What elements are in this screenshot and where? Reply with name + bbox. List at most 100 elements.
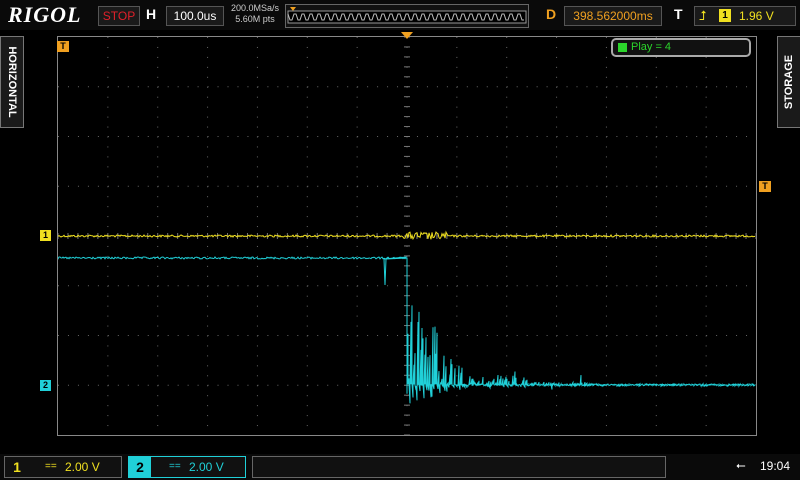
graticule-dot	[605, 146, 607, 148]
graticule-dot	[237, 185, 239, 187]
graticule-dot	[566, 86, 568, 88]
waveform-display[interactable]	[57, 36, 757, 436]
trigger-level-marker[interactable]: T	[759, 181, 771, 192]
graticule-dot	[287, 136, 289, 137]
trigger-position-marker	[401, 32, 413, 39]
graticule-dot	[147, 384, 149, 386]
graticule-dot	[337, 86, 339, 88]
graticule-dot	[157, 216, 159, 218]
graticule-dot	[247, 335, 249, 336]
graticule-dot	[207, 285, 209, 287]
ch1-offset-marker[interactable]: 1	[40, 230, 51, 241]
graticule-dot	[207, 365, 209, 367]
graticule-dot	[256, 395, 258, 397]
graticule-dot	[656, 185, 658, 187]
graticule-dot	[107, 255, 109, 257]
graticule-dot	[107, 136, 109, 137]
graticule-dot	[107, 216, 109, 218]
graticule-dot	[605, 37, 607, 38]
graticule-dot	[506, 365, 508, 367]
run-stop-status[interactable]: STOP	[98, 6, 140, 26]
graticule-dot	[416, 86, 418, 88]
ch2-settings[interactable]: 2 == 2.00 V	[128, 456, 246, 478]
graticule-dot	[605, 415, 607, 417]
graticule-dot	[655, 216, 657, 218]
graticule-dot	[676, 136, 678, 137]
graticule-dot	[356, 116, 358, 118]
graticule-dot	[256, 226, 258, 228]
graticule-dot	[58, 335, 59, 336]
graticule-dot	[67, 384, 69, 386]
graticule-dot	[107, 196, 109, 198]
graticule-dot	[706, 136, 708, 137]
graticule-dot	[456, 375, 458, 377]
graticule-dot	[207, 46, 209, 48]
graticule-dot	[306, 245, 308, 247]
graticule-dot	[127, 136, 129, 137]
graticule-dot	[137, 335, 139, 336]
graticule-dot	[556, 275, 558, 277]
graticule-dot	[87, 86, 89, 88]
graticule-dot	[596, 136, 598, 137]
graticule-dot	[456, 245, 458, 247]
graticule-dot	[107, 56, 109, 58]
graticule-dot	[696, 285, 698, 287]
graticule-dot	[227, 136, 229, 137]
graticule-dot	[127, 285, 129, 287]
graticule-dot	[666, 185, 668, 187]
graticule-dot	[456, 305, 458, 307]
graticule-dot	[157, 325, 159, 327]
graticule-dot	[167, 185, 169, 187]
graticule-dot	[256, 116, 258, 118]
usb-icon: ⭠	[736, 458, 746, 472]
graticule-dot	[506, 355, 508, 357]
graticule-dot	[705, 146, 707, 148]
graticule-dot	[297, 136, 299, 137]
graticule-dot	[605, 66, 607, 68]
playback-indicator[interactable]: Play = 4	[611, 38, 751, 57]
graticule-dot	[207, 185, 209, 187]
graticule-dot	[317, 86, 319, 88]
graticule-dot	[596, 185, 598, 187]
graticule-dot	[446, 185, 448, 187]
ch2-offset-marker[interactable]: 2	[40, 380, 51, 391]
graticule-dot	[306, 196, 308, 198]
timebase-value[interactable]: 100.0us	[166, 6, 224, 26]
graticule-dot	[556, 166, 558, 168]
graticule-dot	[686, 335, 688, 336]
ch1-settings[interactable]: 1 == 2.00 V	[4, 456, 122, 478]
storage-tab[interactable]: STORAGE	[777, 36, 800, 128]
graticule-dot	[446, 136, 448, 137]
graticule-dot	[306, 226, 308, 228]
memory-waveform-overview[interactable]	[285, 4, 529, 28]
graticule-dot	[456, 425, 458, 427]
graticule-dot	[87, 384, 89, 386]
graticule-dot	[466, 136, 468, 137]
graticule-dot	[347, 285, 349, 287]
graticule-dot	[456, 216, 458, 218]
graticule-dot	[287, 285, 289, 287]
graticule-dot	[605, 176, 607, 178]
graticule-dot	[107, 185, 109, 187]
delay-value[interactable]: 398.562000ms	[564, 6, 662, 26]
graticule-dot	[655, 176, 657, 178]
trigger-settings[interactable]: ⮥ 1 1.96 V	[694, 6, 796, 26]
graticule-dot	[177, 384, 179, 386]
horizontal-tab[interactable]: HORIZONTAL	[0, 36, 24, 128]
graticule-dot	[556, 245, 558, 247]
graticule-dot	[256, 206, 258, 208]
graticule-dot	[217, 136, 219, 137]
graticule-dot	[506, 196, 508, 198]
graticule-dot	[605, 325, 607, 327]
graticule-dot	[736, 335, 738, 336]
graticule-dot	[306, 425, 308, 427]
graticule-dot	[356, 146, 358, 148]
graticule-dot	[117, 384, 119, 386]
sample-rate: 200.0MSa/s	[230, 3, 280, 13]
graticule-dot	[556, 116, 558, 118]
graticule-dot	[256, 325, 258, 327]
graticule-dot	[256, 37, 258, 38]
graticule-dot	[636, 136, 638, 137]
graticule-dot	[147, 136, 149, 137]
graticule-dot	[605, 46, 607, 48]
